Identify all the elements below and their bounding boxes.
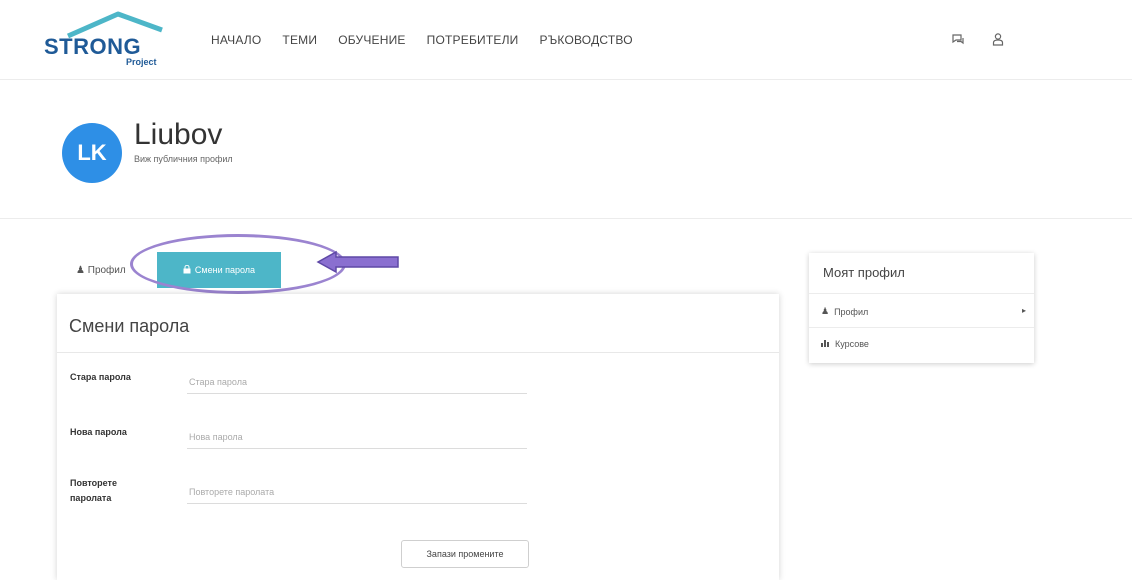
sidebar-title: Моят профил — [823, 265, 905, 280]
old-password-label: Старa парола — [70, 372, 131, 382]
sidebar-divider — [809, 327, 1034, 328]
nav-item-users[interactable]: ПОТРЕБИТЕЛИ — [427, 33, 519, 47]
user-icon: ♟ — [76, 265, 85, 276]
new-password-input[interactable] — [187, 425, 527, 449]
tab-profile[interactable]: ♟ Профил — [76, 265, 126, 276]
user-icon[interactable] — [990, 32, 1006, 48]
tab-change-password[interactable]: Смени парола — [157, 252, 281, 288]
nav-item-home[interactable]: НАЧАЛО — [211, 33, 261, 47]
profile-header: LK Liubov Виж публичния профил — [0, 81, 1132, 219]
tab-profile-label: Профил — [87, 265, 126, 276]
tab-change-password-label: Смени парола — [194, 265, 256, 275]
top-navigation-bar: STRONG Project НАЧАЛО ТЕМИ ОБУЧЕНИЕ ПОТР… — [0, 0, 1132, 80]
header-icons — [950, 32, 1006, 48]
sidebar-item-courses[interactable]: Курсове — [821, 339, 1026, 349]
repeat-password-label: Повторете паролата — [70, 478, 117, 503]
save-changes-button[interactable]: Запази промените — [401, 540, 529, 568]
old-password-input[interactable] — [187, 370, 527, 394]
bar-chart-icon — [821, 339, 830, 349]
nav-item-guide[interactable]: РЪКОВОДСТВО — [540, 33, 633, 47]
view-public-profile-link[interactable]: Виж публичния профил — [134, 154, 233, 164]
change-password-card: Смени парола Старa парола Нова парола По… — [57, 294, 779, 580]
sidebar-item-label: Профил — [834, 306, 869, 317]
my-profile-sidebar: Моят профил ♟ Профил ▸ Курсове — [809, 253, 1034, 363]
new-password-label: Нова парола — [70, 427, 127, 437]
logo-subtext: Project — [126, 57, 157, 67]
sidebar-item-label: Курсове — [835, 339, 869, 349]
lock-icon — [183, 264, 191, 276]
sidebar-item-profile[interactable]: ♟ Профил ▸ — [821, 306, 1026, 317]
strong-project-logo[interactable]: STRONG Project — [44, 10, 168, 70]
main-menu: НАЧАЛО ТЕМИ ОБУЧЕНИЕ ПОТРЕБИТЕЛИ РЪКОВОД… — [211, 33, 654, 47]
chat-icon[interactable] — [950, 32, 966, 48]
sidebar-divider — [809, 293, 1034, 294]
nav-item-training[interactable]: ОБУЧЕНИЕ — [338, 33, 405, 47]
user-name: Liubov — [134, 118, 223, 151]
annotation-arrow-icon — [316, 250, 399, 274]
card-divider — [57, 352, 779, 353]
card-title: Смени парола — [69, 316, 190, 336]
user-icon: ♟ — [821, 306, 830, 316]
repeat-password-input[interactable] — [187, 480, 527, 504]
nav-item-topics[interactable]: ТЕМИ — [282, 33, 317, 47]
caret-right-icon: ▸ — [1021, 306, 1026, 315]
avatar: LK — [62, 123, 122, 183]
